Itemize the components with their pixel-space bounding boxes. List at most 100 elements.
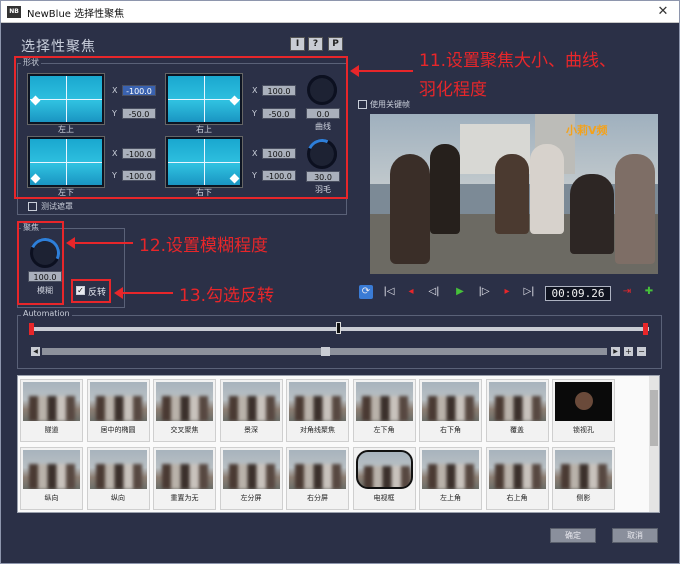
preset-thumbnail[interactable]: 对角线聚焦 bbox=[286, 379, 349, 442]
preset-thumbnail[interactable]: 重置为无 bbox=[153, 447, 216, 510]
play-icon[interactable]: ▶ bbox=[453, 285, 467, 299]
preset-preview-image bbox=[488, 382, 546, 421]
preset-preview-image bbox=[555, 382, 612, 421]
top-left-x-field[interactable]: -100.0 bbox=[122, 85, 156, 96]
pad-handle-icon[interactable] bbox=[229, 173, 240, 184]
keyframe-marker[interactable] bbox=[29, 323, 34, 335]
preset-label: 纵向 bbox=[44, 494, 59, 502]
bottom-right-y-field[interactable]: -100.0 bbox=[262, 170, 296, 181]
curve-knob[interactable] bbox=[302, 70, 342, 110]
add-keyframe-icon[interactable]: ✚ bbox=[642, 285, 656, 299]
blur-value-field[interactable]: 100.0 bbox=[28, 271, 62, 282]
pad-handle-icon[interactable] bbox=[229, 95, 240, 106]
zoom-out-icon[interactable]: − bbox=[637, 347, 646, 356]
invert-checkbox[interactable]: ✓ bbox=[76, 286, 85, 295]
use-keyframes-checkbox[interactable] bbox=[358, 100, 367, 109]
prev-keyframe-icon[interactable]: ◂ bbox=[404, 285, 418, 299]
use-keyframes-label: 使用关键帧 bbox=[370, 100, 410, 109]
preset-thumbnail[interactable]: 右下角 bbox=[419, 379, 482, 442]
bottom-left-y-field[interactable]: -100.0 bbox=[122, 170, 156, 181]
presets-scrollbar[interactable] bbox=[649, 376, 659, 512]
step-back-icon[interactable]: ◁| bbox=[427, 285, 441, 299]
x-label: X bbox=[112, 149, 118, 158]
top-left-y-field[interactable]: -50.0 bbox=[122, 108, 156, 119]
annotation-11-line1: 11.设置聚焦大小、曲线、 bbox=[419, 51, 617, 71]
shape-pad-top-right[interactable] bbox=[166, 74, 242, 124]
preset-thumbnail[interactable]: 电视框 bbox=[352, 447, 416, 510]
scroll-thumb[interactable] bbox=[321, 347, 330, 356]
annotation-12: 12.设置模糊程度 bbox=[139, 236, 269, 256]
preset-thumbnail[interactable]: 隧道 bbox=[20, 379, 83, 442]
annotation-11-line2: 羽化程度 bbox=[419, 80, 487, 100]
go-end-icon[interactable]: ▷| bbox=[522, 285, 536, 299]
shape-pad-bottom-left[interactable] bbox=[28, 137, 104, 187]
presets-button[interactable]: P bbox=[328, 37, 343, 51]
preset-thumbnail[interactable]: 右分屏 bbox=[286, 447, 349, 510]
preset-thumbnail[interactable]: 居中的椭圆 bbox=[86, 379, 150, 442]
dialog-title: 选择性聚焦 bbox=[21, 39, 96, 55]
scroll-right-icon[interactable]: ▶ bbox=[611, 347, 620, 356]
preset-thumbnail[interactable]: 右上角 bbox=[485, 447, 549, 510]
y-label: Y bbox=[112, 171, 117, 180]
video-person bbox=[615, 154, 655, 264]
shape-pad-bottom-right[interactable] bbox=[166, 137, 242, 187]
preset-label: 隧道 bbox=[44, 426, 59, 434]
preset-preview-image bbox=[422, 382, 479, 421]
bottom-left-x-field[interactable]: -100.0 bbox=[122, 148, 156, 159]
video-person bbox=[530, 144, 564, 234]
blur-knob[interactable] bbox=[25, 233, 65, 273]
bottom-right-x-field[interactable]: 100.0 bbox=[262, 148, 296, 159]
next-keyframe-icon[interactable]: ▸ bbox=[500, 285, 514, 299]
loop-icon[interactable]: ⟳ bbox=[359, 285, 373, 299]
preset-thumbnail[interactable]: 覆盖 bbox=[485, 379, 549, 442]
info-button[interactable]: I bbox=[290, 37, 305, 51]
video-person bbox=[495, 154, 529, 234]
feather-value-field[interactable]: 30.0 bbox=[306, 171, 340, 182]
curve-value-field[interactable]: 0.0 bbox=[306, 108, 340, 119]
ok-button[interactable]: 确定 bbox=[550, 528, 596, 543]
presets-scroll-thumb[interactable] bbox=[650, 390, 658, 446]
preset-preview-image bbox=[355, 382, 413, 421]
go-start-icon[interactable]: |◁ bbox=[382, 285, 396, 299]
preset-preview-image bbox=[89, 450, 147, 489]
annotation-arrow bbox=[66, 237, 133, 249]
preset-thumbnail[interactable]: 纵向 bbox=[86, 447, 150, 510]
zoom-in-icon[interactable]: + bbox=[624, 347, 633, 356]
test-mask-checkbox[interactable] bbox=[28, 202, 37, 211]
preset-thumbnail[interactable]: 纵向 bbox=[20, 447, 83, 510]
preset-preview-image bbox=[488, 450, 546, 489]
preset-label: 景深 bbox=[244, 426, 258, 434]
keyframe-marker[interactable] bbox=[643, 323, 648, 335]
video-person bbox=[570, 174, 614, 254]
preset-preview-image bbox=[222, 450, 280, 489]
step-forward-icon[interactable]: |▷ bbox=[477, 285, 491, 299]
delete-keyframe-icon[interactable]: ⇥ bbox=[620, 285, 634, 299]
preset-label: 右下角 bbox=[440, 426, 461, 434]
preset-thumbnail[interactable]: 左下角 bbox=[352, 379, 416, 442]
preset-thumbnail[interactable]: 交叉聚焦 bbox=[153, 379, 216, 442]
x-label: X bbox=[252, 149, 258, 158]
preset-preview-image bbox=[156, 450, 213, 489]
preset-thumbnail[interactable]: 景深 bbox=[219, 379, 283, 442]
feather-label: 羽毛 bbox=[315, 185, 331, 194]
top-right-y-field[interactable]: -50.0 bbox=[262, 108, 296, 119]
pad-handle-icon[interactable] bbox=[30, 95, 41, 106]
timecode-display[interactable]: 00:09.26 bbox=[545, 286, 611, 301]
shape-pad-top-left[interactable] bbox=[28, 74, 104, 124]
pad-handle-icon[interactable] bbox=[30, 173, 41, 184]
preset-label: 对角线聚焦 bbox=[300, 426, 335, 434]
preset-thumbnail[interactable]: 锁视孔 bbox=[552, 379, 615, 442]
close-icon[interactable]: ✕ bbox=[653, 3, 673, 21]
preset-thumbnail[interactable]: 侧影 bbox=[552, 447, 615, 510]
top-right-x-field[interactable]: 100.0 bbox=[262, 85, 296, 96]
preset-label: 锁视孔 bbox=[573, 426, 594, 434]
preset-preview-image bbox=[555, 450, 612, 489]
playhead-marker[interactable] bbox=[336, 322, 341, 334]
dialog-window: NB NewBlue 选择性聚焦 ✕ 选择性聚焦 I ? P 形状 左上 X -… bbox=[0, 0, 680, 564]
preset-thumbnail[interactable]: 左分屏 bbox=[219, 447, 283, 510]
preset-thumbnail[interactable]: 左上角 bbox=[419, 447, 482, 510]
cancel-button[interactable]: 取消 bbox=[612, 528, 658, 543]
help-button[interactable]: ? bbox=[308, 37, 323, 51]
feather-knob[interactable] bbox=[302, 134, 342, 174]
scroll-left-icon[interactable]: ◀ bbox=[31, 347, 40, 356]
